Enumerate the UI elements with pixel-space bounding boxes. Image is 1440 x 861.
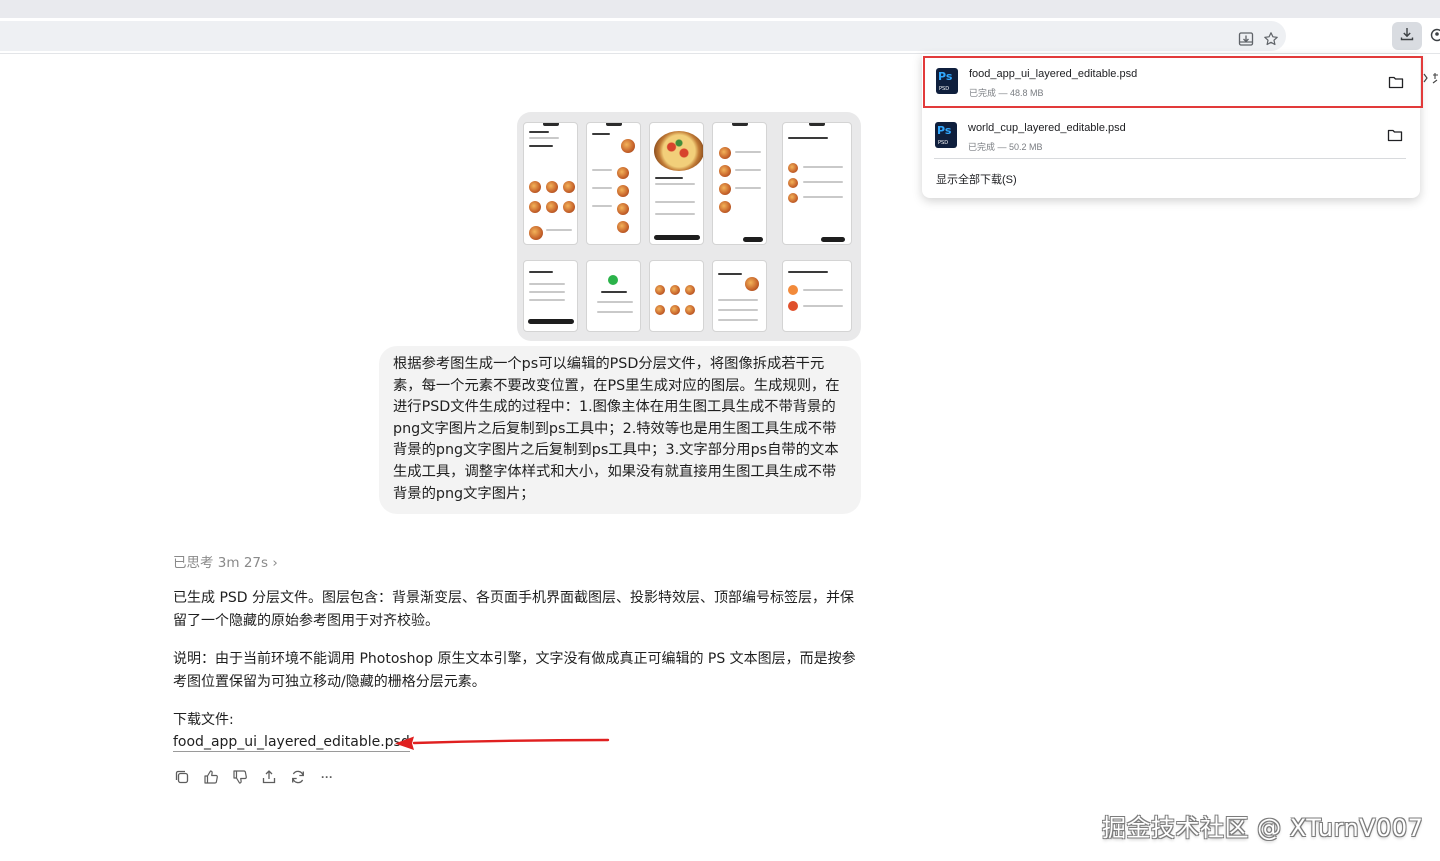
phone-screen xyxy=(712,122,767,245)
assistant-paragraph: 已生成 PSD 分层文件。图层包含：背景渐变层、各页面手机界面截图层、投影特效层… xyxy=(173,590,855,629)
profile-icon[interactable] xyxy=(1430,28,1440,42)
downloads-divider xyxy=(934,158,1406,159)
download-filename: world_cup_layered_editable.psd xyxy=(968,122,1126,134)
side-panel-edge-icon xyxy=(1422,70,1440,90)
bookmark-star-icon[interactable] xyxy=(1262,30,1280,48)
photoshop-file-icon: Ps PSD xyxy=(935,122,957,148)
phone-screen xyxy=(523,260,578,332)
phone-screen xyxy=(649,122,704,245)
phone-screen xyxy=(782,260,852,332)
regenerate-icon[interactable] xyxy=(289,768,307,786)
download-filename: food_app_ui_layered_editable.psd xyxy=(969,68,1138,80)
download-status: 已完成 — 50.2 MB xyxy=(968,142,1043,152)
phone-screen xyxy=(649,260,704,332)
user-message-text: 根据参考图生成一个ps可以编辑的PSD分层文件，将图像拆成若干元素，每一个元素不… xyxy=(393,356,840,502)
phone-screen xyxy=(712,260,767,332)
address-bar[interactable] xyxy=(0,21,1286,51)
phone-screen xyxy=(782,122,852,245)
download-label: 下载文件: xyxy=(173,712,234,728)
copy-icon[interactable] xyxy=(173,768,191,786)
watermark: 掘金技术社区 @ XTurnV007 xyxy=(1102,814,1424,842)
app-window: Ps PSD food_app_ui_layered_editable.psd 已… xyxy=(0,0,1440,861)
assistant-paragraph: 说明：由于当前环境不能调用 Photoshop 原生文本引擎，文字没有做成真正可… xyxy=(173,651,856,690)
chevron-right-icon: › xyxy=(272,555,278,571)
thought-duration-toggle[interactable]: 已思考 3m 27s › xyxy=(173,551,278,571)
thought-label: 已思考 3m 27s xyxy=(173,555,269,571)
download-status: 已完成 — 48.8 MB xyxy=(969,88,1044,98)
phone-screen xyxy=(523,122,578,245)
folder-icon[interactable] xyxy=(1387,128,1403,142)
show-all-downloads-link[interactable]: 显示全部下载(S) xyxy=(936,171,1017,187)
more-icon[interactable]: ··· xyxy=(318,768,336,786)
tab-strip xyxy=(0,0,1440,18)
download-file-link[interactable]: food_app_ui_layered_editable.psd xyxy=(173,733,410,752)
folder-icon[interactable] xyxy=(1388,75,1404,89)
phone-screen xyxy=(586,122,641,245)
downloads-button[interactable] xyxy=(1392,22,1422,50)
reference-image[interactable] xyxy=(517,112,861,341)
thumbs-down-icon[interactable] xyxy=(231,768,249,786)
share-icon[interactable] xyxy=(260,768,278,786)
phone-screen xyxy=(586,260,641,332)
download-item-food-app[interactable]: Ps PSD food_app_ui_layered_editable.psd 已… xyxy=(923,56,1423,108)
message-actions: ··· xyxy=(173,768,336,786)
download-icon xyxy=(1399,26,1415,47)
downloads-popup: Ps PSD food_app_ui_layered_editable.psd 已… xyxy=(922,54,1423,198)
thumbs-up-icon[interactable] xyxy=(202,768,220,786)
red-arrow-annotation xyxy=(395,736,610,750)
photoshop-file-icon: Ps PSD xyxy=(936,68,958,94)
browser-toolbar xyxy=(0,18,1440,54)
install-app-icon[interactable] xyxy=(1237,30,1255,48)
download-item-world-cup[interactable]: Ps PSD world_cup_layered_editable.psd 已完成… xyxy=(922,110,1420,162)
